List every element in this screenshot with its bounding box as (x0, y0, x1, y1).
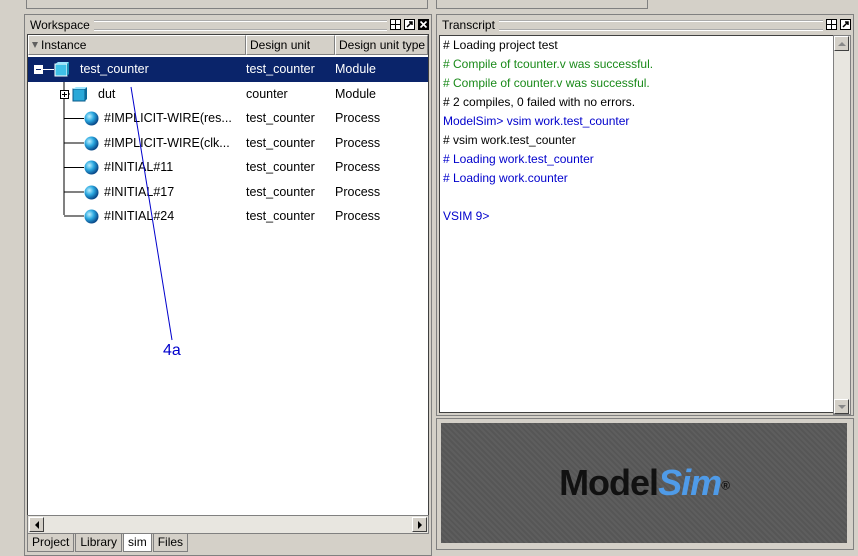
transcript-titlebar[interactable]: Transcript (439, 17, 851, 32)
transcript-line: # 2 compiles, 0 failed with no errors. (443, 95, 636, 109)
transcript-line: # Loading work.test_counter (443, 152, 594, 166)
drag-grip[interactable] (498, 19, 823, 31)
arrow-right-icon (417, 520, 422, 529)
transcript-line: # vsim work.test_counter (443, 133, 576, 147)
arrow-down-icon (837, 404, 846, 409)
workspace-tabs: Project Library sim Files (27, 534, 189, 553)
logo-background: ModelSim® (441, 423, 847, 543)
tab-files[interactable]: Files (152, 534, 189, 552)
annotation-line (130, 86, 173, 341)
annotation-label: 4a (163, 342, 181, 359)
scroll-left-button[interactable] (29, 517, 44, 532)
transcript-pane: Transcript # Loading project test # Compi… (436, 14, 854, 416)
dock-icon[interactable] (825, 19, 837, 31)
transcript-line: VSIM 9> (443, 209, 490, 223)
logo-sim: Sim (658, 462, 722, 503)
arrow-left-icon (34, 520, 39, 529)
top-tab-right (436, 0, 648, 9)
transcript-line: # Loading work.counter (443, 171, 568, 185)
transcript-line: # Compile of tcounter.v was successful. (443, 57, 654, 71)
undock-icon[interactable] (839, 19, 851, 31)
scroll-right-button[interactable] (412, 517, 427, 532)
transcript-title: Transcript (442, 17, 495, 32)
horizontal-scrollbar[interactable] (27, 515, 429, 534)
vertical-scrollbar[interactable] (833, 35, 851, 415)
modelsim-logo: ModelSim® (559, 462, 730, 504)
transcript-line: ModelSim> vsim work.test_counter (443, 114, 630, 128)
logo-model: Model (559, 462, 659, 503)
scroll-up-button[interactable] (834, 36, 849, 51)
logo-reg: ® (721, 478, 730, 493)
logo-pane: ModelSim® (436, 418, 854, 550)
arrow-up-icon (837, 41, 846, 46)
transcript-line (440, 188, 833, 207)
tab-sim[interactable]: sim (123, 534, 152, 552)
transcript-line: # Compile of counter.v was successful. (443, 76, 650, 90)
transcript-output[interactable]: # Loading project test # Compile of tcoun… (439, 35, 834, 413)
tab-library[interactable]: Library (75, 534, 123, 552)
scroll-down-button[interactable] (834, 399, 849, 414)
transcript-line: # Loading project test (443, 38, 558, 52)
tab-project[interactable]: Project (27, 534, 75, 552)
